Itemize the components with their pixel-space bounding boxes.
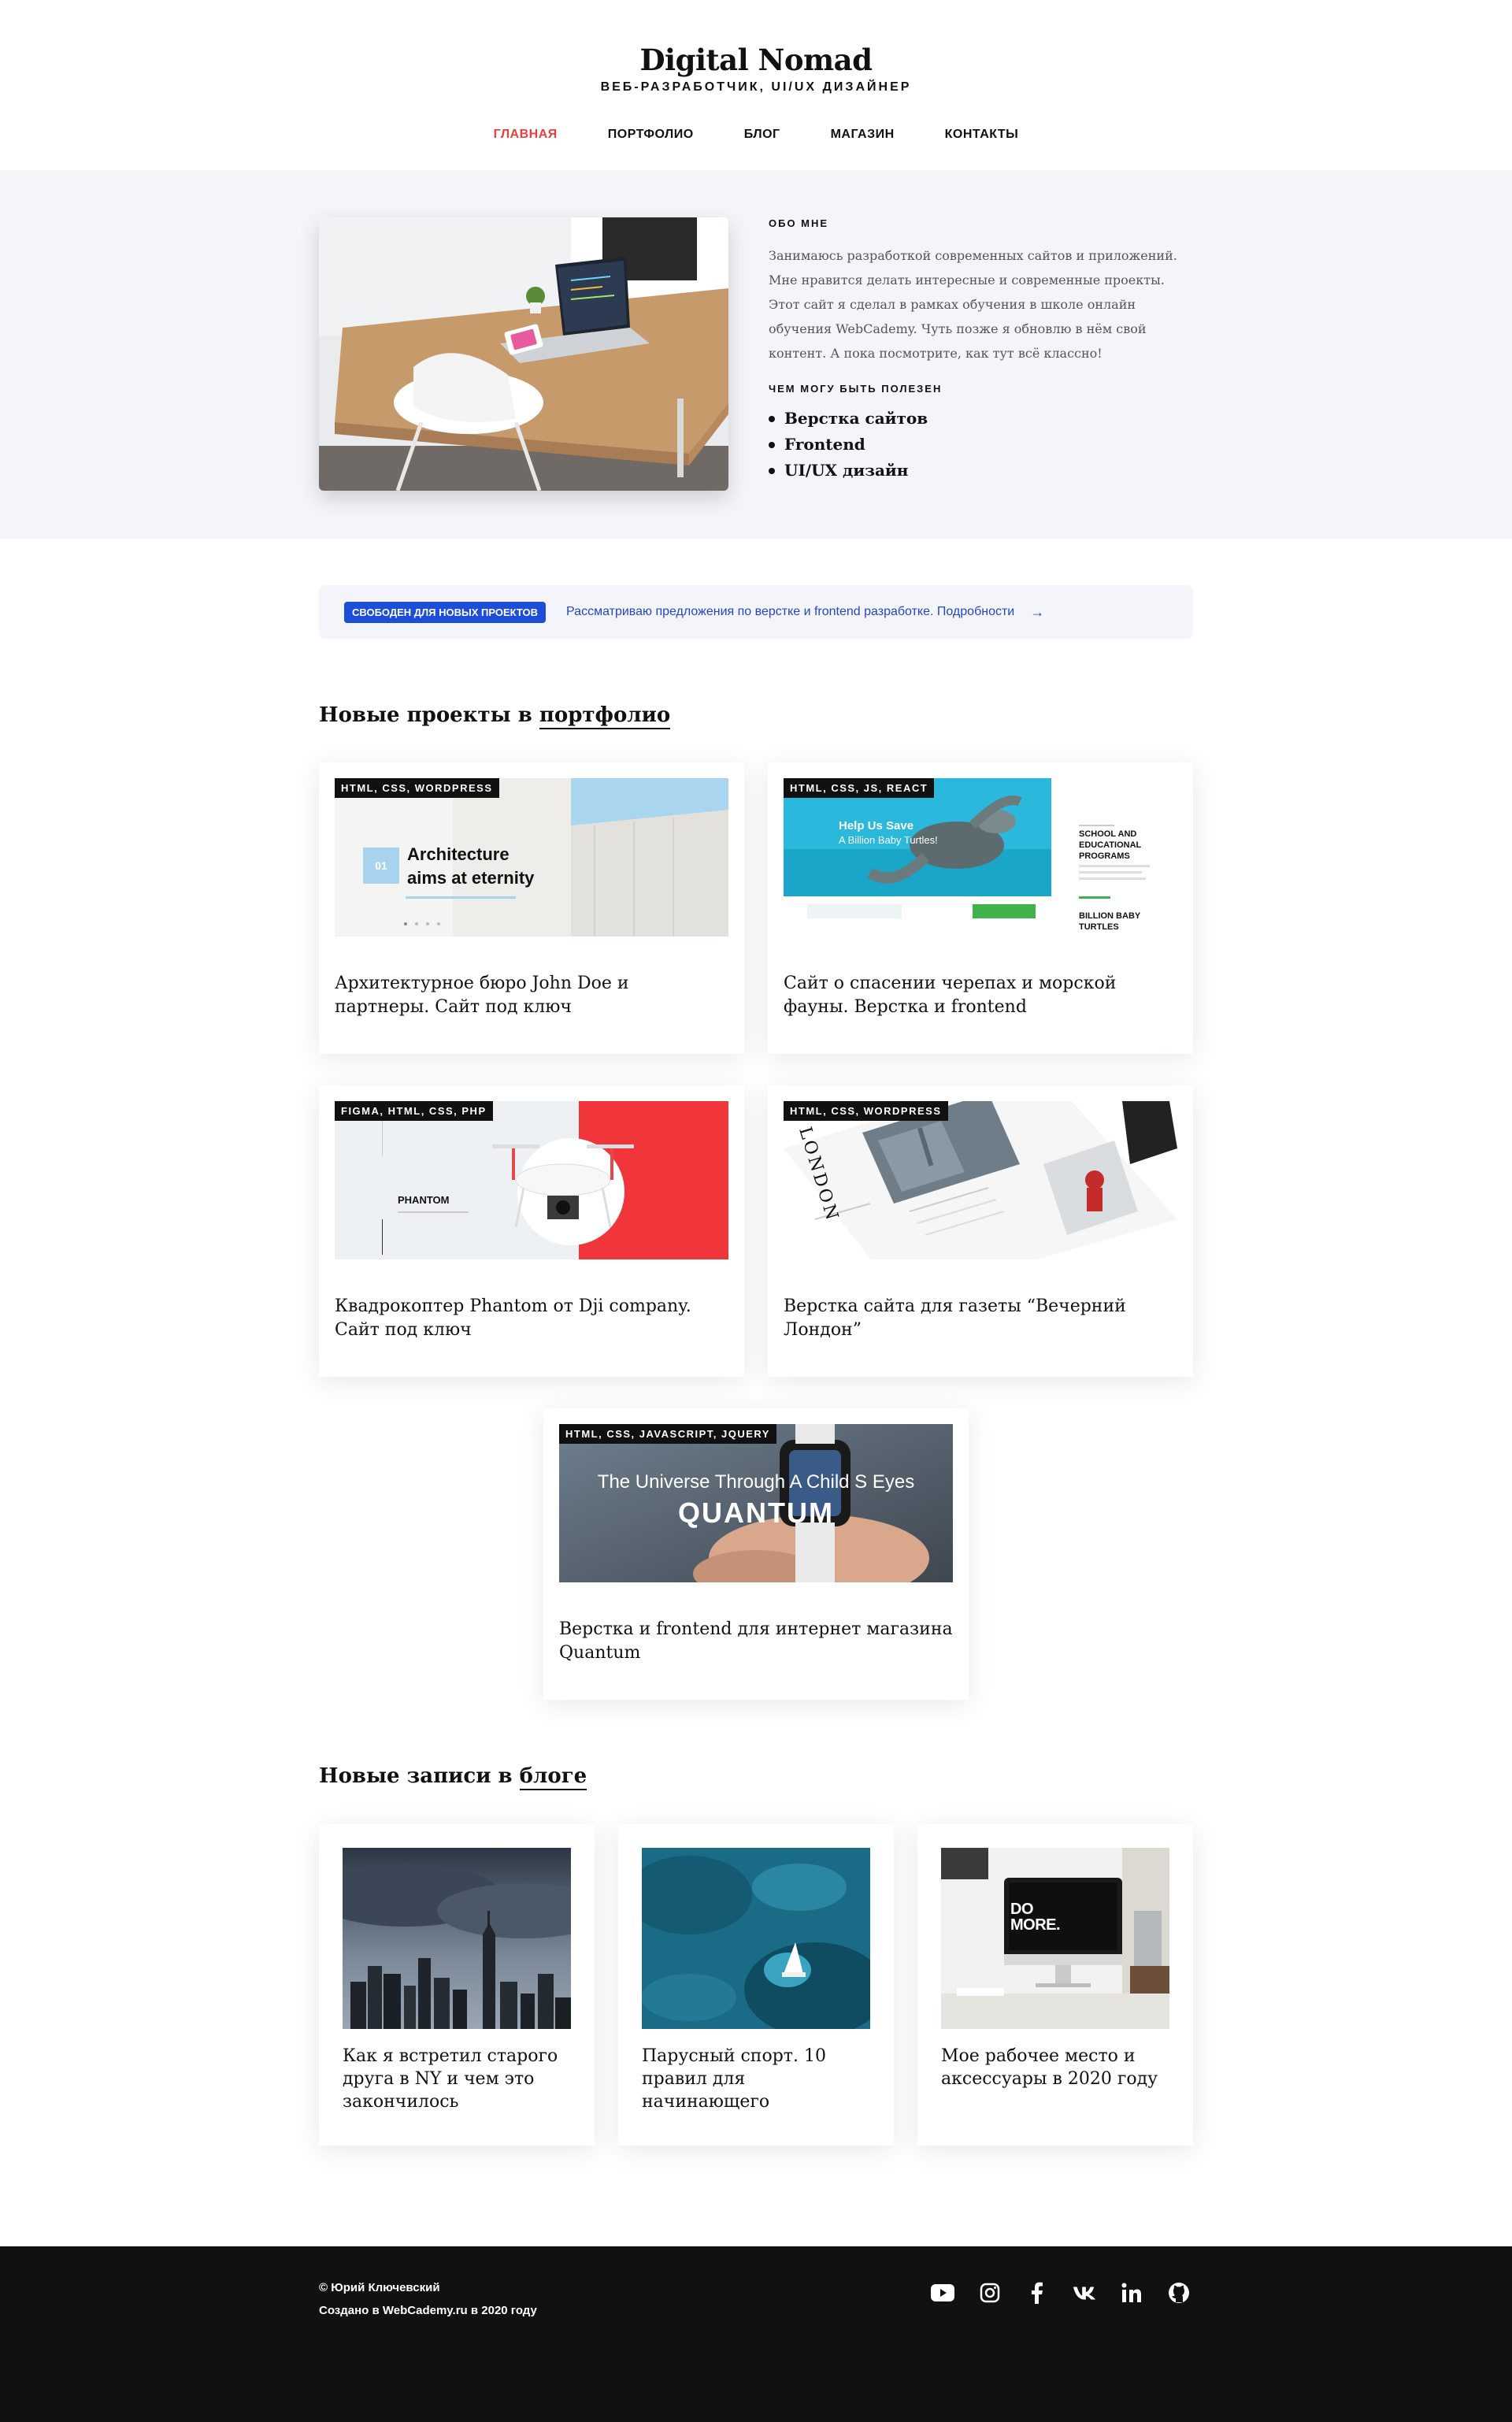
skill-item: Верстка сайтов — [769, 406, 1194, 432]
skill-item: Frontend — [769, 432, 1194, 458]
about-photo — [319, 217, 728, 491]
preview-headline-line: Architecture — [407, 844, 510, 864]
project-preview-london: LONDON HTML, CSS, WORDPRESS — [784, 1101, 1177, 1259]
blog-section-title: Новые записи в блоге — [319, 1764, 587, 1790]
preview-side-title: SCHOOL AND EDUCATIONAL PROGRAMS — [1079, 829, 1142, 861]
project-preview-quantum: The Universe Through A Child S Eyes QUAN… — [559, 1424, 953, 1582]
skill-item: UI/UX дизайн — [769, 458, 1194, 484]
about-description: Занимаюсь разработкой современных сайтов… — [769, 248, 1177, 361]
portfolio-card[interactable]: 01 Architecture aims at eternity HTML, C… — [319, 762, 744, 1054]
preview-headline: Help Us Save A Billion Baby Turtles! — [839, 819, 938, 848]
banner-text[interactable]: Рассматриваю предложения по верстке и fr… — [566, 605, 1014, 619]
footer-text: © Юрий Ключевский Создано в WebCademy.ru… — [319, 2276, 537, 2322]
project-title[interactable]: Верстка и frontend для интернет магазина… — [559, 1618, 953, 1665]
preview-headline: Architecture aims at eternity — [407, 843, 534, 890]
nav-item-home[interactable]: ГЛАВНАЯ — [494, 128, 558, 142]
preview-headline: The Universe Through A Child S Eyes — [597, 1471, 915, 1493]
site-title[interactable]: Digital Nomad — [0, 0, 1512, 77]
project-title[interactable]: Квадрокоптер Phantom от Dji company. Сай… — [335, 1295, 728, 1342]
facebook-icon[interactable] — [1025, 2281, 1049, 2305]
arrow-right-icon[interactable]: → — [1030, 604, 1044, 621]
preview-headline-line: Help Us Save — [839, 819, 914, 833]
blog-post-title[interactable]: Как я встретил старого друга в NY и чем … — [343, 2045, 571, 2113]
blog-post-title[interactable]: Мое рабочее место и аксессуары в 2020 го… — [941, 2045, 1169, 2090]
portfolio-title-prefix: Новые проекты в — [319, 703, 539, 727]
nav-item-contacts[interactable]: КОНТАКТЫ — [945, 128, 1019, 142]
main-nav: ГЛАВНАЯ ПОРТФОЛИО БЛОГ МАГАЗИН КОНТАКТЫ — [0, 128, 1512, 142]
github-icon[interactable] — [1167, 2281, 1191, 2305]
nav-item-portfolio[interactable]: ПОРТФОЛИО — [608, 128, 694, 142]
linkedin-icon[interactable] — [1120, 2281, 1143, 2305]
blog-image-workplace: DO MORE. — [941, 1848, 1169, 2029]
tech-tag: FIGMA, HTML, CSS, PHP — [335, 1101, 493, 1121]
nav-item-blog[interactable]: БЛОГ — [744, 128, 780, 142]
site-subtitle: ВЕБ-РАЗРАБОТЧИК, UI/UX ДИЗАЙНЕР — [600, 80, 912, 94]
instagram-icon[interactable] — [978, 2281, 1002, 2305]
blog-image-nyc — [343, 1848, 571, 2029]
project-title[interactable]: Архитектурное бюро John Doe и партнеры. … — [335, 972, 728, 1019]
portfolio-link[interactable]: портфолио — [539, 703, 671, 729]
site-footer: © Юрий Ключевский Создано в WebCademy.ru… — [0, 2246, 1512, 2422]
portfolio-section-title: Новые проекты в портфолио — [319, 703, 671, 729]
about-section: ОБО МНЕ Занимаюсь разработкой современны… — [0, 170, 1512, 539]
availability-banner[interactable]: СВОБОДЕН ДЛЯ НОВЫХ ПРОЕКТОВ Рассматриваю… — [319, 585, 1193, 639]
created-with: Создано в WebCademy.ru в 2020 году — [319, 2304, 537, 2317]
preview-number: 01 — [375, 859, 387, 872]
blog-card[interactable]: Парусный спорт. 10 правил для начинающег… — [618, 1824, 894, 2146]
preview-brand: QUANTUM — [678, 1497, 834, 1529]
blog-card[interactable]: DO MORE. Мое рабочее место и аксессуары … — [917, 1824, 1193, 2146]
copyright: © Юрий Ключевский — [319, 2281, 440, 2294]
skills-list: Верстка сайтов Frontend UI/UX дизайн — [769, 406, 1194, 484]
skills-heading: ЧЕМ МОГУ БЫТЬ ПОЛЕЗЕН — [769, 383, 943, 395]
project-title[interactable]: Сайт о спасении черепах и морской фауны.… — [784, 972, 1177, 1019]
preview-side-title: BILLION BABY TURTLES — [1079, 911, 1141, 932]
tech-tag: HTML, CSS, JS, REACT — [784, 778, 935, 798]
site-header: Digital Nomad ВЕБ-РАЗРАБОТЧИК, UI/UX ДИЗ… — [0, 0, 1512, 170]
tech-tag: HTML, CSS, WORDPRESS — [784, 1101, 948, 1121]
blog-title-prefix: Новые записи в — [319, 1764, 520, 1788]
about-heading: ОБО МНЕ — [769, 217, 829, 229]
blog-post-title[interactable]: Парусный спорт. 10 правил для начинающег… — [642, 2045, 870, 2113]
tech-tag: HTML, CSS, WORDPRESS — [335, 778, 499, 798]
portfolio-card[interactable]: The Universe Through A Child S Eyes QUAN… — [543, 1408, 969, 1700]
project-preview-turtles: Help Us Save A Billion Baby Turtles! SCH… — [784, 778, 1177, 937]
project-preview-architecture: 01 Architecture aims at eternity HTML, C… — [335, 778, 728, 937]
blog-image-sailing — [642, 1848, 870, 2029]
blog-link[interactable]: блоге — [519, 1764, 587, 1790]
availability-badge: СВОБОДЕН ДЛЯ НОВЫХ ПРОЕКТОВ — [344, 601, 547, 623]
youtube-icon[interactable] — [931, 2281, 954, 2305]
portfolio-card[interactable]: PHANTOM FIGMA, HTML, CSS, PHP Квадрокопт… — [319, 1085, 744, 1377]
project-title[interactable]: Верстка сайта для газеты “Вечерний Лондо… — [784, 1295, 1177, 1342]
social-links — [931, 2281, 1191, 2305]
blog-card[interactable]: Как я встретил старого друга в NY и чем … — [319, 1824, 595, 2146]
preview-text: DO MORE. — [1010, 1901, 1061, 1934]
about-text: ОБО МНЕ Занимаюсь разработкой современны… — [769, 217, 1194, 484]
tech-tag: HTML, CSS, JAVASCRIPT, JQUERY — [559, 1424, 776, 1444]
preview-headline-line: aims at eternity — [407, 868, 535, 888]
preview-headline: PHANTOM — [398, 1194, 450, 1206]
nav-item-shop[interactable]: МАГАЗИН — [831, 128, 895, 142]
portfolio-card[interactable]: LONDON HTML, CSS, WORDPRESS Верстка сайт… — [768, 1085, 1193, 1377]
vk-icon[interactable] — [1073, 2281, 1096, 2305]
portfolio-card[interactable]: Help Us Save A Billion Baby Turtles! SCH… — [768, 762, 1193, 1054]
project-preview-drone: PHANTOM FIGMA, HTML, CSS, PHP — [335, 1101, 728, 1259]
preview-headline-line: A Billion Baby Turtles! — [839, 834, 938, 846]
